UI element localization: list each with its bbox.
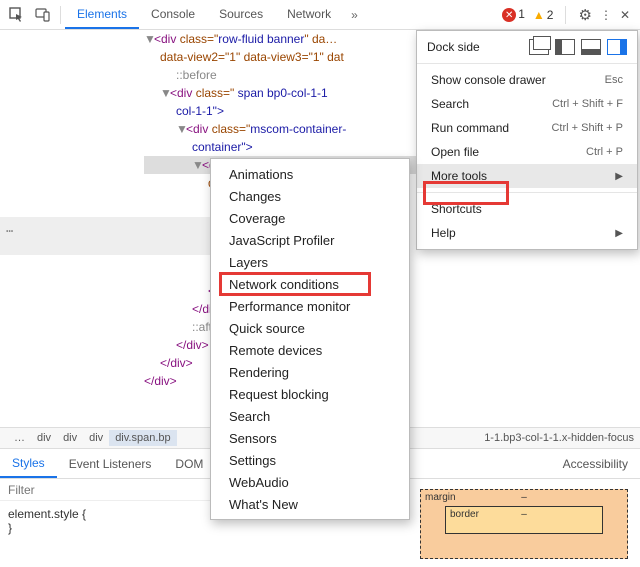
- more-tools-submenu: Animations Changes Coverage JavaScript P…: [210, 158, 410, 520]
- kebab-menu-icon[interactable]: ⋮: [600, 8, 612, 22]
- menu-help[interactable]: Help▶: [417, 221, 637, 245]
- submenu-network-conditions[interactable]: Network conditions: [211, 273, 409, 295]
- chevron-right-icon: ▶: [615, 228, 623, 239]
- submenu-changes[interactable]: Changes: [211, 185, 409, 207]
- menu-search[interactable]: SearchCtrl + Shift + F: [417, 92, 637, 116]
- submenu-sensors[interactable]: Sensors: [211, 427, 409, 449]
- collapsed-ellipsis: …: [0, 217, 210, 255]
- submenu-settings[interactable]: Settings: [211, 449, 409, 471]
- tab-styles[interactable]: Styles: [0, 450, 57, 478]
- submenu-coverage[interactable]: Coverage: [211, 207, 409, 229]
- breadcrumb-selected[interactable]: div.span.bp: [109, 430, 176, 446]
- submenu-request-blocking[interactable]: Request blocking: [211, 383, 409, 405]
- error-badge[interactable]: ✕1: [502, 7, 525, 23]
- breadcrumb-item[interactable]: div: [57, 432, 83, 444]
- warning-icon: ▲: [533, 8, 545, 22]
- submenu-animations[interactable]: Animations: [211, 163, 409, 185]
- menu-show-console[interactable]: Show console drawerEsc: [417, 68, 637, 92]
- close-icon[interactable]: ✕: [620, 8, 630, 22]
- submenu-webaudio[interactable]: WebAudio: [211, 471, 409, 493]
- tab-sources[interactable]: Sources: [207, 1, 275, 29]
- dock-right-icon[interactable]: [607, 39, 627, 55]
- menu-separator: [417, 63, 637, 64]
- submenu-whats-new[interactable]: What's New: [211, 493, 409, 515]
- dock-bottom-icon[interactable]: [581, 39, 601, 55]
- submenu-performance-monitor[interactable]: Performance monitor: [211, 295, 409, 317]
- tab-network[interactable]: Network: [275, 1, 343, 29]
- warning-badge[interactable]: ▲2: [533, 8, 554, 22]
- dock-left-icon[interactable]: [555, 39, 575, 55]
- panel-tabs: Elements Console Sources Network: [65, 1, 343, 29]
- box-model[interactable]: margin – border –: [420, 489, 628, 559]
- submenu-rendering[interactable]: Rendering: [211, 361, 409, 383]
- menu-separator: [417, 192, 637, 193]
- tab-accessibility[interactable]: Accessibility: [551, 451, 640, 477]
- submenu-layers[interactable]: Layers: [211, 251, 409, 273]
- box-model-margin-label: margin: [425, 492, 456, 503]
- box-model-border-label: border: [450, 509, 479, 520]
- separator: [565, 6, 566, 24]
- breadcrumb-item[interactable]: …: [8, 432, 31, 444]
- breadcrumb-item[interactable]: div: [31, 432, 57, 444]
- chevron-right-icon: ▶: [615, 171, 623, 182]
- error-icon: ✕: [502, 8, 516, 22]
- breadcrumb-item[interactable]: div: [83, 432, 109, 444]
- submenu-search[interactable]: Search: [211, 405, 409, 427]
- devtools-toolbar: Elements Console Sources Network » ✕1 ▲2…: [0, 0, 640, 30]
- menu-shortcuts[interactable]: Shortcuts: [417, 197, 637, 221]
- menu-open-file[interactable]: Open fileCtrl + P: [417, 140, 637, 164]
- box-model-border-top: –: [521, 509, 527, 520]
- dock-undock-icon[interactable]: [529, 39, 549, 55]
- tabs-overflow-icon[interactable]: »: [343, 8, 366, 22]
- settings-icon[interactable]: ⚙: [578, 6, 591, 24]
- tab-dom[interactable]: DOM: [163, 451, 215, 477]
- menu-more-tools[interactable]: More tools▶: [417, 164, 637, 188]
- box-model-margin-top: –: [521, 492, 527, 503]
- device-toggle-icon[interactable]: [30, 2, 56, 28]
- main-menu: Dock side Show console drawerEsc SearchC…: [416, 30, 638, 250]
- tab-event-listeners[interactable]: Event Listeners: [57, 451, 164, 477]
- menu-run-command[interactable]: Run commandCtrl + Shift + P: [417, 116, 637, 140]
- tab-console[interactable]: Console: [139, 1, 207, 29]
- submenu-js-profiler[interactable]: JavaScript Profiler: [211, 229, 409, 251]
- submenu-remote-devices[interactable]: Remote devices: [211, 339, 409, 361]
- submenu-quick-source[interactable]: Quick source: [211, 317, 409, 339]
- separator: [60, 6, 61, 24]
- breadcrumb-tail: 1-1.bp3-col-1-1.x-hidden-focus: [478, 432, 640, 444]
- tab-elements[interactable]: Elements: [65, 1, 139, 29]
- inspect-icon[interactable]: [4, 2, 30, 28]
- dock-side-row: Dock side: [417, 35, 637, 59]
- toolbar-right: ✕1 ▲2 ⚙ ⋮ ✕: [502, 6, 636, 24]
